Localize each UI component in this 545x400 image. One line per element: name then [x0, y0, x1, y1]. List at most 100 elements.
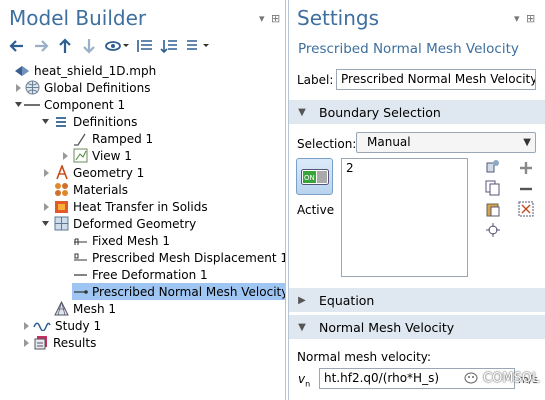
tree-item-label: heat_shield_1D.mph — [34, 63, 157, 78]
selection-dropdown[interactable]: Manual ▼ — [356, 132, 536, 153]
down-arrow-icon[interactable] — [80, 37, 98, 55]
tree-item-label: Results — [53, 335, 97, 350]
tree-item-label: View 1 — [92, 148, 132, 163]
component-line-icon — [24, 97, 40, 113]
section-expand-icon: ▶ — [298, 294, 306, 306]
expand-arrow-icon[interactable] — [22, 334, 32, 351]
active-toggle[interactable]: ON — [296, 158, 333, 195]
tree-item-label: Component 1 — [44, 97, 126, 112]
expand-sections-icon[interactable] — [136, 37, 154, 55]
up-arrow-icon[interactable] — [56, 37, 74, 55]
velocity-caption: Normal mesh velocity: — [297, 350, 432, 364]
tree-item-study[interactable]: Study 1 — [24, 317, 101, 334]
vn-subscript: n — [305, 379, 311, 389]
selection-dropdown-value: Manual — [367, 135, 411, 149]
tree-item-fixed-mesh[interactable]: Fixed Mesh 1 — [72, 232, 170, 249]
deformed-geometry-icon — [53, 216, 69, 232]
pane-controls: ▾ ⊞ — [511, 12, 535, 25]
tree-item-definitions[interactable]: Definitions — [42, 113, 138, 130]
tree-item-global-definitions[interactable]: Global Definitions — [16, 79, 151, 96]
expand-arrow-icon[interactable] — [14, 79, 24, 96]
tree-item-materials[interactable]: Materials — [53, 181, 128, 198]
eye-icon[interactable] — [104, 37, 130, 55]
settings-title: Settings — [297, 6, 380, 30]
settings-pane: Settings ▾ ⊞ Prescribed Normal Mesh Velo… — [288, 0, 545, 400]
create-selection-icon[interactable] — [518, 201, 534, 217]
tree-item-label: Heat Transfer in Solids — [73, 199, 208, 214]
settings-subtitle: Prescribed Normal Mesh Velocity — [298, 41, 519, 57]
collapse-sections-icon[interactable] — [160, 37, 178, 55]
model-file-icon — [14, 63, 30, 79]
free-deformation-icon — [72, 267, 88, 283]
selection-list-item[interactable]: 2 — [346, 161, 463, 175]
model-builder-pane: Model Builder ▾ ⊞ heat_shield_1D.mph Glo… — [0, 0, 286, 400]
model-builder-toolbar — [8, 36, 218, 56]
tree-item-mesh-displacement[interactable]: Prescribed Mesh Displacement 1 — [72, 249, 285, 266]
model-tree-options-icon[interactable] — [184, 37, 212, 55]
vn-symbol: vn — [298, 372, 311, 389]
copy-selection-icon[interactable] — [485, 180, 501, 196]
tree-item-ramped[interactable]: Ramped 1 — [72, 130, 153, 147]
tree-item-label: Prescribed Normal Mesh Velocity 1 — [92, 284, 286, 299]
section-collapse-icon: ▼ — [298, 106, 306, 118]
view-menu-icon[interactable]: ▾ — [259, 12, 265, 25]
view-icon — [72, 148, 88, 164]
section-boundary-selection[interactable]: ▼ Boundary Selection — [289, 100, 545, 124]
remove-icon[interactable] — [518, 181, 534, 197]
model-builder-title: Model Builder — [9, 6, 147, 30]
forward-arrow-icon[interactable] — [32, 37, 50, 55]
tree-item-view[interactable]: View 1 — [63, 147, 132, 164]
tree-item-label: Mesh 1 — [73, 301, 117, 316]
fixed-mesh-icon — [72, 233, 88, 249]
study-icon — [33, 318, 51, 334]
tree-item-component[interactable]: Component 1 — [15, 96, 126, 113]
back-arrow-icon[interactable] — [8, 37, 26, 55]
expand-arrow-icon[interactable] — [42, 198, 52, 215]
tree-item-heat-transfer[interactable]: Heat Transfer in Solids — [44, 198, 208, 215]
clear-selection-icon[interactable] — [485, 201, 501, 217]
expand-arrow-icon[interactable] — [42, 164, 52, 181]
selection-caption: Selection: — [297, 137, 357, 151]
tree-item-model-file[interactable]: heat_shield_1D.mph — [14, 62, 156, 79]
tree-item-label: Fixed Mesh 1 — [92, 233, 170, 248]
label-input[interactable]: Prescribed Normal Mesh Velocity 1 — [336, 69, 536, 90]
tree-item-label: Definitions — [73, 114, 138, 129]
definitions-icon — [53, 114, 69, 130]
watermark-text: COMSOL — [483, 371, 540, 386]
zoom-to-selection-icon[interactable] — [485, 222, 501, 238]
tree-item-mesh[interactable]: Mesh 1 — [53, 300, 116, 317]
tree-item-free-deformation[interactable]: Free Deformation 1 — [72, 266, 208, 283]
pin-icon[interactable]: ⊞ — [271, 12, 280, 25]
tree-item-normal-mesh-velocity[interactable]: Prescribed Normal Mesh Velocity 1 — [72, 283, 286, 300]
collapse-arrow-icon[interactable] — [41, 215, 51, 232]
tree-item-geometry[interactable]: Geometry 1 — [44, 164, 145, 181]
tree-item-label: Geometry 1 — [73, 165, 145, 180]
tree-item-deformed-geometry[interactable]: Deformed Geometry — [42, 215, 197, 232]
section-equation[interactable]: ▶ Equation — [289, 288, 545, 312]
view-menu-icon[interactable]: ▾ — [514, 12, 520, 25]
results-icon — [33, 335, 49, 351]
expand-arrow-icon[interactable] — [22, 317, 32, 334]
collapse-arrow-icon[interactable] — [14, 96, 24, 113]
section-normal-mesh-velocity[interactable]: ▼ Normal Mesh Velocity — [289, 315, 545, 339]
tree-item-label: Free Deformation 1 — [92, 267, 208, 282]
paste-selection-icon[interactable] — [485, 158, 501, 174]
selection-list[interactable]: 2 — [341, 158, 468, 277]
globe-icon — [24, 80, 40, 96]
tree-item-label: Deformed Geometry — [73, 216, 197, 231]
pin-icon[interactable]: ⊞ — [526, 12, 535, 25]
toggle-on-text: ON — [304, 174, 315, 182]
add-icon[interactable] — [518, 160, 534, 176]
toggle-switch-icon: ON — [300, 168, 329, 185]
section-collapse-icon: ▼ — [298, 321, 306, 333]
pane-controls: ▾ ⊞ — [256, 12, 280, 25]
tree-item-label: Global Definitions — [44, 80, 151, 95]
tree-item-results[interactable]: Results — [24, 334, 97, 351]
mesh-displacement-icon — [72, 250, 88, 266]
section-title: Normal Mesh Velocity — [319, 319, 455, 335]
section-title: Boundary Selection — [319, 104, 441, 120]
expand-arrow-icon[interactable] — [61, 147, 71, 164]
geometry-icon — [53, 165, 69, 181]
tree-item-label: Ramped 1 — [92, 131, 154, 146]
collapse-arrow-icon[interactable] — [41, 113, 51, 130]
